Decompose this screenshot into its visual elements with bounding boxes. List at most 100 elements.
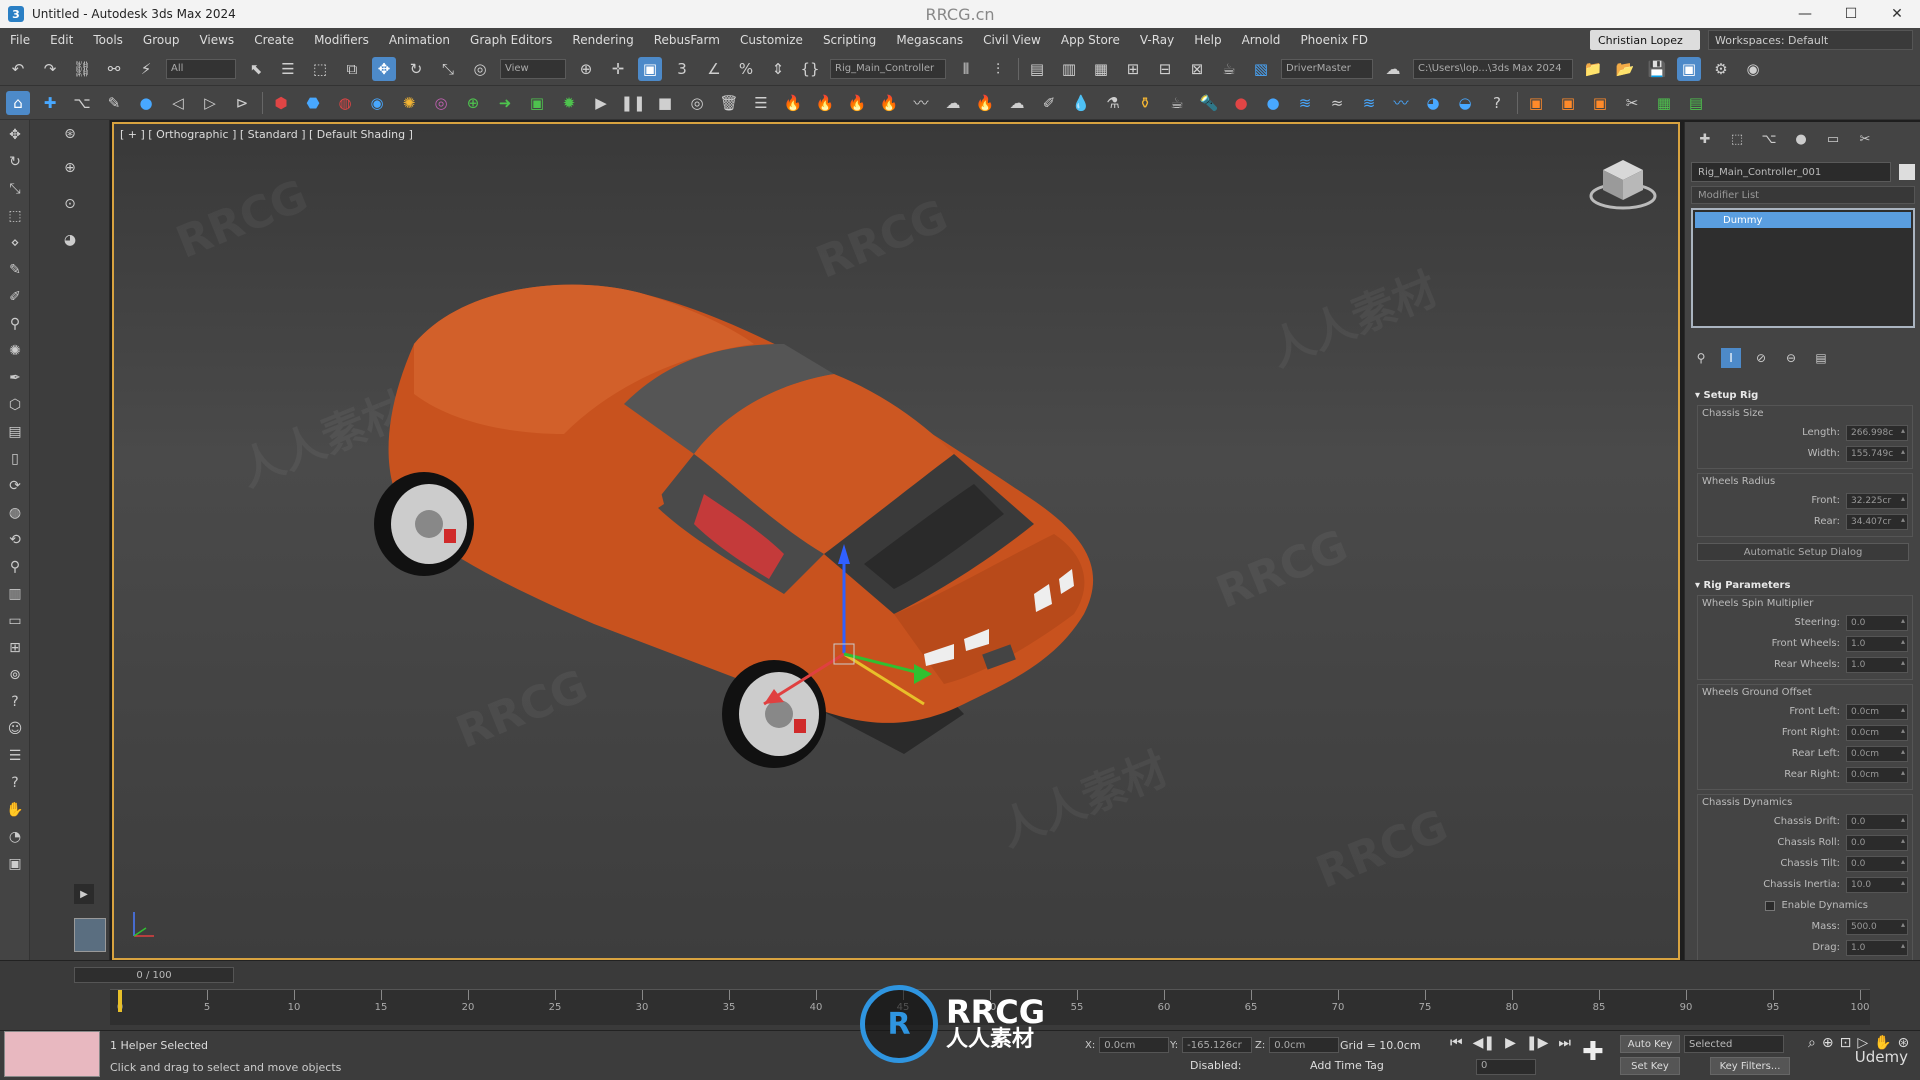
modify-tab-icon[interactable]: ⬚	[1721, 128, 1753, 150]
menu-megascans[interactable]: Megascans	[886, 33, 973, 47]
menu-vray[interactable]: V-Ray	[1130, 33, 1184, 47]
ribbon-icon[interactable]: ▦	[1089, 57, 1113, 81]
pan-icon[interactable]: ⊕	[64, 160, 76, 176]
layer-explorer-icon[interactable]: ▥	[1057, 57, 1081, 81]
next-icon[interactable]: ▷	[198, 91, 222, 115]
rotate-tool-icon[interactable]: ↻	[3, 150, 27, 174]
grid-icon[interactable]: ▣	[525, 91, 549, 115]
material-ball-icon[interactable]: ◎	[429, 91, 453, 115]
drop-icon[interactable]: ◕	[1421, 91, 1445, 115]
menu-create[interactable]: Create	[244, 33, 304, 47]
panel-icon[interactable]: ▦	[1652, 91, 1676, 115]
sphere-icon[interactable]: ⬣	[301, 91, 325, 115]
water-icon[interactable]: ≋	[1293, 91, 1317, 115]
rect-select-icon[interactable]: ⬚	[308, 57, 332, 81]
mirror-icon[interactable]: ⫴	[954, 57, 978, 81]
panel2-icon[interactable]: ▤	[1684, 91, 1708, 115]
waves-icon[interactable]: 〰	[1389, 91, 1413, 115]
x-coordinate-field[interactable]: 0.0cm	[1099, 1037, 1170, 1053]
display-tab-icon[interactable]: ▭	[1817, 128, 1849, 150]
rear-radius-spinner[interactable]: 34.407cr	[1846, 513, 1908, 530]
selection-filter-dropdown[interactable]: All	[166, 58, 236, 79]
material-editor-icon[interactable]: ⊠	[1185, 57, 1209, 81]
rear-wheels-spinner[interactable]: 1.0	[1846, 656, 1908, 673]
torch-icon[interactable]: 🔦	[1197, 91, 1221, 115]
front-wheels-spinner[interactable]: 1.0	[1846, 635, 1908, 652]
clouds-icon[interactable]: ☁	[941, 91, 965, 115]
stop-icon[interactable]: ■	[653, 91, 677, 115]
splash-icon[interactable]: 💧	[1069, 91, 1093, 115]
hierarchy-icon[interactable]: ⌥	[70, 91, 94, 115]
camaro-car-model[interactable]	[264, 234, 1244, 794]
blue-ball-icon[interactable]: ●	[1261, 91, 1285, 115]
move-tool-icon[interactable]: ✥	[3, 123, 27, 147]
utilities-tab-icon[interactable]: ✂	[1849, 128, 1881, 150]
drag-spinner[interactable]: 1.0	[1846, 939, 1908, 956]
material-preview-swatch[interactable]	[74, 918, 106, 952]
cylinder-icon[interactable]: ◉	[365, 91, 389, 115]
bowl-icon[interactable]: ◒	[1453, 91, 1477, 115]
mesh-icon[interactable]: ⬡	[3, 393, 27, 417]
redo-icon[interactable]: ↷	[38, 57, 62, 81]
sun-icon[interactable]: ✹	[557, 91, 581, 115]
monitor-icon[interactable]: ▭	[3, 609, 27, 633]
next-frame-icon[interactable]: ❚▶	[1526, 1035, 1549, 1051]
zoom-view-icon[interactable]: ⌕	[1808, 1035, 1816, 1051]
z-coordinate-field[interactable]: 0.0cm	[1269, 1037, 1340, 1053]
motion-tab-icon[interactable]: ●	[1785, 128, 1817, 150]
plugin-icon-2[interactable]: ▣	[1556, 91, 1580, 115]
make-unique-icon[interactable]: ⊘	[1751, 348, 1771, 368]
settings-icon[interactable]: ⚙	[1709, 57, 1733, 81]
project-folder-icon[interactable]: 📁	[1581, 57, 1605, 81]
pour-icon[interactable]: ⚗	[1101, 91, 1125, 115]
brush-icon[interactable]: ✎	[102, 91, 126, 115]
refresh-icon[interactable]: ⟳	[3, 474, 27, 498]
remove-modifier-icon[interactable]: ⊖	[1781, 348, 1801, 368]
bind-space-warp-icon[interactable]: ⚡	[134, 57, 158, 81]
trash-icon[interactable]: 🗑	[717, 91, 741, 115]
y-coordinate-field[interactable]: -165.126cr	[1182, 1037, 1253, 1053]
hand-icon[interactable]: ✋	[3, 798, 27, 822]
ocean-icon[interactable]: ≈	[1325, 91, 1349, 115]
page-icon[interactable]: ▤	[3, 420, 27, 444]
earth-icon[interactable]: ◍	[3, 501, 27, 525]
pin-stack-icon[interactable]: ⚲	[1691, 348, 1711, 368]
save-icon[interactable]: 💾	[1645, 57, 1669, 81]
layers-icon[interactable]: ☰	[3, 744, 27, 768]
user-account[interactable]: Christian Lopez	[1590, 30, 1700, 50]
menu-civil-view[interactable]: Civil View	[973, 33, 1051, 47]
list-icon[interactable]: ☰	[749, 91, 773, 115]
spinner-snap-icon[interactable]: ⇕	[766, 57, 790, 81]
goto-end-icon[interactable]: ⏭	[1558, 1035, 1571, 1051]
fire-icon-1[interactable]: 🔥	[781, 91, 805, 115]
camera-orbit-icon[interactable]: ◔	[3, 825, 27, 849]
snaps-toggle-icon[interactable]: 3	[670, 57, 694, 81]
maximize-button[interactable]: ☐	[1828, 0, 1874, 28]
modifier-list-dropdown[interactable]: Modifier List	[1691, 186, 1915, 204]
object-color-swatch[interactable]	[1899, 164, 1915, 180]
fire-icon-4[interactable]: 🔥	[877, 91, 901, 115]
add-time-tag[interactable]: Add Time Tag	[1310, 1059, 1384, 1072]
brush2-icon[interactable]: ✐	[1037, 91, 1061, 115]
menu-animation[interactable]: Animation	[379, 33, 460, 47]
viewcube[interactable]	[1588, 154, 1658, 214]
help-circle-icon[interactable]: ?	[3, 771, 27, 795]
menu-file[interactable]: File	[0, 33, 40, 47]
menu-group[interactable]: Group	[133, 33, 190, 47]
snap-tool-icon[interactable]: ⋄	[3, 231, 27, 255]
maxscript-listener[interactable]	[4, 1031, 100, 1077]
bucket-icon[interactable]: ⚱	[1133, 91, 1157, 115]
fire-icon-3[interactable]: 🔥	[845, 91, 869, 115]
key-filters-button[interactable]: Key Filters...	[1710, 1057, 1790, 1075]
configure-sets-icon[interactable]: ▤	[1811, 348, 1831, 368]
fire-icon-2[interactable]: 🔥	[813, 91, 837, 115]
camera-icon[interactable]: ▣	[3, 852, 27, 876]
select-scale-icon[interactable]: ⤡	[436, 57, 460, 81]
plugin-icon-1[interactable]: ▣	[1524, 91, 1548, 115]
transform-icon[interactable]: ⊞	[3, 636, 27, 660]
align-icon[interactable]: ⫶	[986, 57, 1010, 81]
link-icon[interactable]: ⛓	[70, 57, 94, 81]
front-right-spinner[interactable]: 0.0cm	[1846, 724, 1908, 741]
help-icon[interactable]: ?	[1485, 91, 1509, 115]
menu-modifiers[interactable]: Modifiers	[304, 33, 379, 47]
